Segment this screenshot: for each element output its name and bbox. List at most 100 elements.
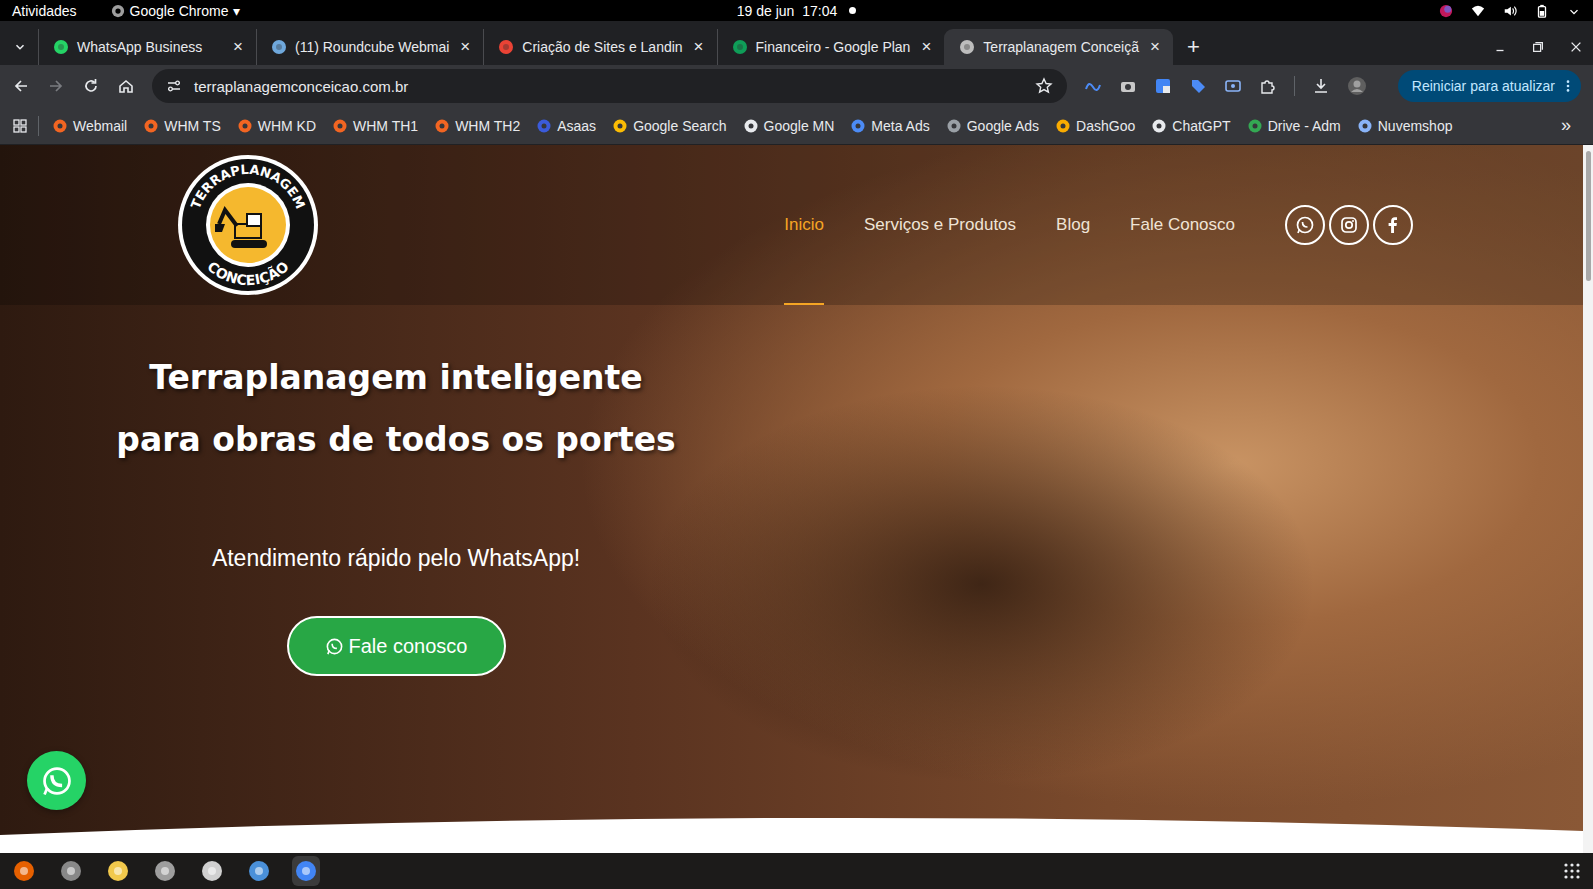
bookmark-item[interactable]: Meta Ads xyxy=(847,118,932,134)
meta-extension-icon[interactable] xyxy=(1084,77,1102,95)
social-links xyxy=(1285,205,1413,245)
tab-strip: WhatsApp Business × (11) Roundcube Webma… xyxy=(0,21,1593,65)
new-tab-button[interactable]: + xyxy=(1173,29,1214,65)
facebook-link[interactable] xyxy=(1373,205,1413,245)
bookmark-label: Meta Ads xyxy=(871,118,929,134)
tab-close-button[interactable]: × xyxy=(457,37,473,57)
whatsapp-icon xyxy=(40,764,74,798)
download-icon[interactable] xyxy=(1312,77,1330,95)
bookmark-favicon-icon xyxy=(946,118,962,134)
tag-extension-icon[interactable] xyxy=(1189,77,1207,95)
bookmark-item[interactable]: Google Ads xyxy=(943,118,1042,134)
activities-button[interactable]: Atividades xyxy=(12,3,77,19)
instagram-link[interactable] xyxy=(1329,205,1369,245)
browser-tab[interactable]: (11) Roundcube Webmai × xyxy=(256,29,483,65)
profile-avatar-icon[interactable] xyxy=(1347,76,1367,96)
close-window-icon[interactable] xyxy=(1569,40,1583,54)
taskbar-app[interactable] xyxy=(104,856,132,886)
nav-link[interactable]: Inicio xyxy=(784,145,824,305)
chrome-icon xyxy=(111,4,125,18)
contact-button[interactable]: Fale conosco xyxy=(287,616,506,676)
taskbar-app[interactable] xyxy=(151,856,179,886)
tab-search-button[interactable] xyxy=(6,29,34,65)
bookmark-item[interactable]: Drive - Adm xyxy=(1244,118,1344,134)
nav-link[interactable]: Fale Conosco xyxy=(1130,145,1235,305)
browser-tab[interactable]: Financeiro - Google Plan × xyxy=(717,29,945,65)
bookmark-item[interactable]: WHM TH2 xyxy=(431,118,523,134)
bookmark-label: Google Search xyxy=(633,118,726,134)
floating-whatsapp-button[interactable] xyxy=(27,751,86,810)
bookmarks-overflow-button[interactable]: » xyxy=(1561,115,1581,136)
home-icon[interactable] xyxy=(117,77,135,95)
scrollbar-thumb[interactable] xyxy=(1586,151,1591,281)
tab-title: Criação de Sites e Landin xyxy=(522,39,682,55)
taskbar-app[interactable] xyxy=(57,856,85,886)
bookmark-favicon-icon xyxy=(1055,118,1071,134)
browser-tab[interactable]: Terraplanagem Conceiçã × xyxy=(944,29,1173,65)
back-arrow-icon[interactable] xyxy=(12,77,30,95)
app-icon xyxy=(106,859,130,883)
power-menu-icon[interactable] xyxy=(1567,4,1581,18)
bookmark-favicon-icon xyxy=(1151,118,1167,134)
minimize-icon[interactable] xyxy=(1493,40,1507,54)
apps-grid-icon[interactable] xyxy=(12,118,28,134)
restore-icon[interactable] xyxy=(1531,40,1545,54)
nav-link[interactable]: Serviços e Produtos xyxy=(864,145,1016,305)
tab-close-button[interactable]: × xyxy=(1147,37,1163,57)
translate-extension-icon[interactable] xyxy=(1154,77,1172,95)
bookmark-favicon-icon xyxy=(1247,118,1263,134)
page-scrollbar[interactable] xyxy=(1583,145,1593,853)
tab-close-button[interactable]: × xyxy=(230,37,246,57)
bookmark-item[interactable]: Asaas xyxy=(533,118,599,134)
bookmark-item[interactable]: Google Search xyxy=(609,118,729,134)
bookmark-item[interactable]: WHM TH1 xyxy=(329,118,421,134)
address-bar[interactable]: terraplanagemconceicao.com.br xyxy=(152,69,1067,103)
app-menu[interactable]: Google Chrome ▾ xyxy=(111,3,241,19)
bookmark-item[interactable]: WHM TS xyxy=(140,118,224,134)
bookmark-item[interactable]: WHM KD xyxy=(234,118,319,134)
bookmark-item[interactable]: Webmail xyxy=(49,118,130,134)
battery-icon[interactable] xyxy=(1535,4,1549,18)
wifi-icon[interactable] xyxy=(1471,4,1485,18)
taskbar-app[interactable] xyxy=(198,856,226,886)
browser-toolbar: terraplanagemconceicao.com.br Reiniciar … xyxy=(0,65,1593,107)
site-logo[interactable]: TERRAPLANAGEMCONCEIÇÃO xyxy=(177,154,319,296)
bookmark-item[interactable]: DashGoo xyxy=(1052,118,1138,134)
update-button[interactable]: Reiniciar para atualizar xyxy=(1398,70,1581,102)
app-icon xyxy=(294,859,318,883)
color-app-icon[interactable] xyxy=(1439,4,1453,18)
puzzle-extensions-icon[interactable] xyxy=(1259,77,1277,95)
tab-close-button[interactable]: × xyxy=(691,37,707,57)
bookmark-label: Nuvemshop xyxy=(1378,118,1453,134)
reload-icon[interactable] xyxy=(82,77,100,95)
taskbar-app[interactable] xyxy=(292,856,320,886)
web-page: TERRAPLANAGEMCONCEIÇÃO Inicio Serviços e … xyxy=(0,145,1593,853)
hero-section: TERRAPLANAGEMCONCEIÇÃO Inicio Serviços e … xyxy=(0,145,1583,853)
screen-extension-icon[interactable] xyxy=(1224,77,1242,95)
taskbar-app[interactable] xyxy=(245,856,273,886)
bookmark-item[interactable]: Nuvemshop xyxy=(1354,118,1456,134)
clock[interactable]: 19 de jun 17:04 xyxy=(737,3,856,19)
chevron-down-icon xyxy=(13,40,27,54)
bookmark-item[interactable]: ChatGPT xyxy=(1148,118,1233,134)
app-icon xyxy=(12,859,36,883)
bookmark-label: WHM TS xyxy=(164,118,221,134)
nav-link[interactable]: Blog xyxy=(1056,145,1090,305)
tab-favicon-icon xyxy=(53,39,69,55)
tab-close-button[interactable]: × xyxy=(918,37,934,57)
section-divider-wave xyxy=(0,813,1583,853)
volume-icon[interactable] xyxy=(1503,4,1517,18)
camera-extension-icon[interactable] xyxy=(1119,77,1137,95)
site-info-icon[interactable] xyxy=(166,78,182,94)
bookmark-label: Webmail xyxy=(73,118,127,134)
taskbar-app[interactable] xyxy=(10,856,38,886)
logo-top-text: TERRAPLANAGEM xyxy=(188,162,308,211)
bookmark-item[interactable]: Google MN xyxy=(740,118,838,134)
bookmark-star-icon[interactable] xyxy=(1035,77,1053,95)
browser-tab[interactable]: Criação de Sites e Landin × xyxy=(483,29,716,65)
bookmark-label: WHM KD xyxy=(258,118,316,134)
forward-arrow-icon[interactable] xyxy=(47,77,65,95)
whatsapp-link[interactable] xyxy=(1285,205,1325,245)
browser-tab[interactable]: WhatsApp Business × xyxy=(38,29,256,65)
show-apps-icon[interactable] xyxy=(1563,862,1581,880)
